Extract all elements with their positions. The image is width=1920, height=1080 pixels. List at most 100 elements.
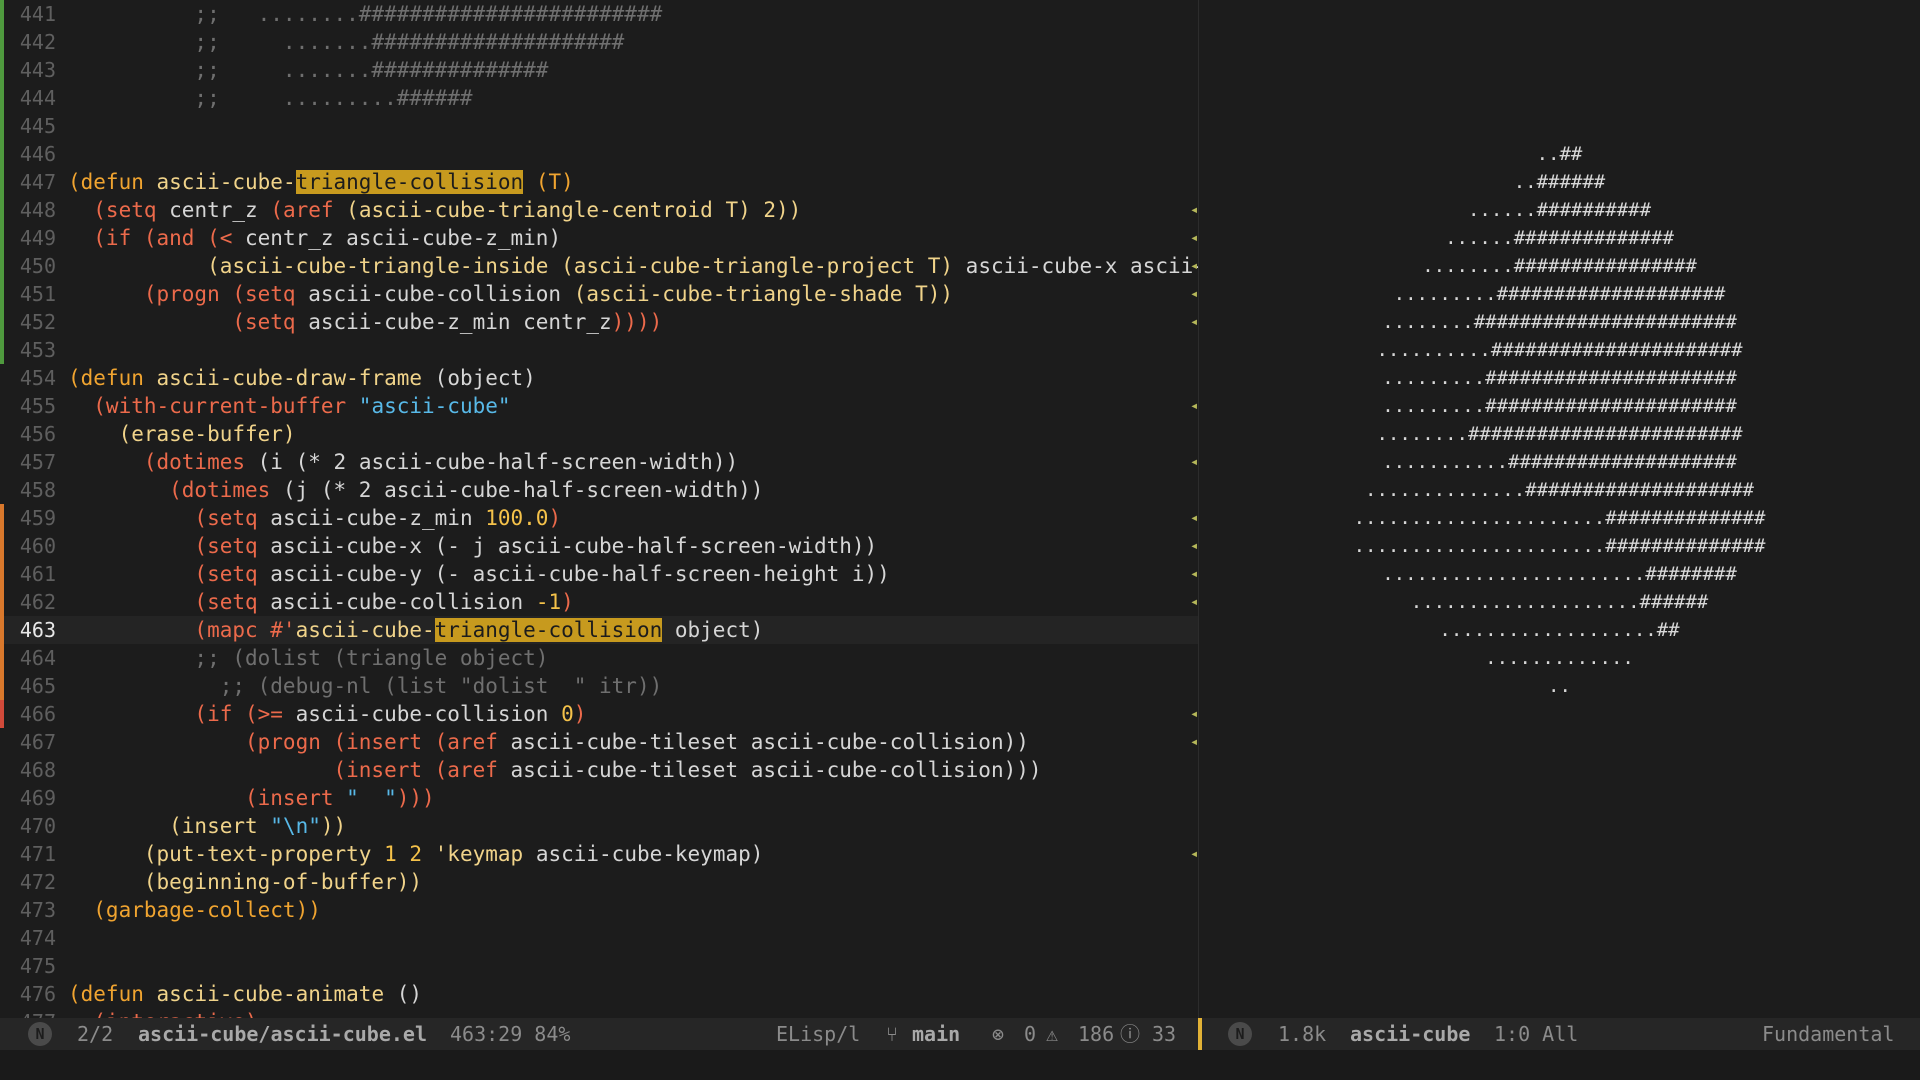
code-text[interactable]: (if (and (< centr_z ascii-cube-z_min) bbox=[68, 224, 561, 252]
ascii-art-line: ..## bbox=[1536, 143, 1583, 165]
code-line[interactable]: 464 ;; (dolist (triangle object) bbox=[0, 644, 1198, 672]
code-line[interactable]: 462 (setq ascii-cube-collision -1) ◂ bbox=[0, 588, 1198, 616]
code-line[interactable]: 451 (progn (setq ascii-cube-collision (a… bbox=[0, 280, 1198, 308]
code-line[interactable]: 454 (defun ascii-cube-draw-frame (object) bbox=[0, 364, 1198, 392]
code-line[interactable]: 470 (insert "\n")) bbox=[0, 812, 1198, 840]
code-token: "ascii-cube" bbox=[358, 394, 511, 418]
code-line[interactable]: 444 ;; .........###### bbox=[0, 84, 1198, 112]
code-text[interactable]: (setq ascii-cube-collision -1) bbox=[68, 588, 573, 616]
code-text[interactable]: (setq ascii-cube-x (- j ascii-cube-half-… bbox=[68, 532, 877, 560]
code-text[interactable]: (insert " "))) bbox=[68, 784, 435, 812]
code-line[interactable]: 443 ;; .......############## bbox=[0, 56, 1198, 84]
ascii-art-line: ...........#################### bbox=[1382, 451, 1737, 473]
code-line[interactable]: 453 bbox=[0, 336, 1198, 364]
code-line[interactable]: 460 (setq ascii-cube-x (- j ascii-cube-h… bbox=[0, 532, 1198, 560]
code-text[interactable]: (if (>= ascii-cube-collision 0) bbox=[68, 700, 586, 728]
line-number: 460 bbox=[19, 534, 56, 558]
code-line[interactable]: 458 (dotimes (j (* 2 ascii-cube-half-scr… bbox=[0, 476, 1198, 504]
code-text[interactable]: (defun ascii-cube-triangle-collision (T) bbox=[68, 168, 574, 196]
file-path[interactable]: ascii-cube/ascii-cube.el bbox=[138, 1018, 427, 1050]
code-text[interactable]: (put-text-property 1 2 'keymap ascii-cub… bbox=[68, 840, 764, 868]
code-line[interactable]: 447 (defun ascii-cube-triangle-collision … bbox=[0, 168, 1198, 196]
echo-area[interactable] bbox=[0, 1050, 1920, 1080]
fringe-indicator: ◂ bbox=[1190, 258, 1198, 274]
ascii-output-window[interactable]: ..## ..###### ......########## ......######… bbox=[1199, 0, 1920, 1024]
code-line[interactable]: 459 (setq ascii-cube-z_min 100.0) ◂ bbox=[0, 504, 1198, 532]
code-line[interactable]: 467 (progn (insert (aref ascii-cube-tile… bbox=[0, 728, 1198, 756]
code-text[interactable]: (mapc #'ascii-cube-triangle-collision ob… bbox=[68, 616, 763, 644]
error-count[interactable]: 0 bbox=[1024, 1018, 1036, 1050]
code-line[interactable]: 446 bbox=[0, 140, 1198, 168]
code-token: (ascii-cube-triangle-inside (ascii-cube-… bbox=[68, 254, 966, 278]
code-text[interactable]: (progn (setq ascii-cube-collision (ascii… bbox=[68, 280, 953, 308]
line-number: 445 bbox=[19, 114, 56, 138]
code-text[interactable]: ;; .........###### bbox=[68, 84, 472, 112]
code-text[interactable]: (insert "\n")) bbox=[68, 812, 346, 840]
code-token: ascii-cube-y (- ascii-cube-half-screen-h… bbox=[270, 562, 890, 586]
code-line[interactable]: 452 (setq ascii-cube-z_min centr_z)))) ◂ bbox=[0, 308, 1198, 336]
ascii-art-line: ..###### bbox=[1513, 171, 1606, 193]
buffer-name[interactable]: ascii-cube bbox=[1350, 1018, 1470, 1050]
code-text[interactable]: (dotimes (i (* 2 ascii-cube-half-screen-… bbox=[68, 448, 738, 476]
mode-line: N 2/2 ascii-cube/ascii-cube.el 463:29 84… bbox=[0, 1018, 1920, 1050]
line-number: 469 bbox=[19, 786, 56, 810]
code-text[interactable]: (progn (insert (aref ascii-cube-tileset … bbox=[68, 728, 1029, 756]
code-text[interactable]: (setq ascii-cube-z_min 100.0) bbox=[68, 504, 561, 532]
code-text[interactable]: ;; .......############## bbox=[68, 56, 548, 84]
code-line[interactable]: 441 ;; ........######################## bbox=[0, 0, 1198, 28]
code-line[interactable]: 449 (if (and (< centr_z ascii-cube-z_min… bbox=[0, 224, 1198, 252]
info-icon: ⓘ bbox=[1120, 1022, 1140, 1046]
info-count[interactable]: 33 bbox=[1152, 1018, 1176, 1050]
code-line[interactable]: 457 (dotimes (i (* 2 ascii-cube-half-scr… bbox=[0, 448, 1198, 476]
code-text[interactable]: (garbage-collect)) bbox=[68, 896, 321, 924]
code-text[interactable]: ;; .......#################### bbox=[68, 28, 624, 56]
code-line[interactable]: 463 (mapc #'ascii-cube-triangle-collisio… bbox=[0, 616, 1198, 644]
code-editor-window[interactable]: 441 ;; ........######################## 4… bbox=[0, 0, 1198, 1024]
line-number: 459 bbox=[19, 506, 56, 530]
code-line[interactable]: 455 (with-current-buffer "ascii-cube" ◂ bbox=[0, 392, 1198, 420]
code-text[interactable]: (setq ascii-cube-y (- ascii-cube-half-sc… bbox=[68, 560, 890, 588]
line-number: 473 bbox=[19, 898, 56, 922]
code-text[interactable]: (setq ascii-cube-z_min centr_z)))) bbox=[68, 308, 662, 336]
code-line[interactable]: 461 (setq ascii-cube-y (- ascii-cube-hal… bbox=[0, 560, 1198, 588]
code-text[interactable]: (ascii-cube-triangle-inside (ascii-cube-… bbox=[68, 252, 1198, 280]
code-line[interactable]: 456 (erase-buffer) bbox=[0, 420, 1198, 448]
code-token: (dotimes bbox=[68, 450, 258, 474]
code-line[interactable]: 445 bbox=[0, 112, 1198, 140]
code-line[interactable]: 466 (if (>= ascii-cube-collision 0) ◂ bbox=[0, 700, 1198, 728]
code-token: ascii-cube- bbox=[156, 170, 296, 194]
code-text[interactable]: ;; ........######################## bbox=[68, 0, 662, 28]
evil-state-badge: N bbox=[28, 1022, 52, 1046]
code-line[interactable]: 472 (beginning-of-buffer)) bbox=[0, 868, 1198, 896]
code-line[interactable]: 469 (insert " "))) bbox=[0, 784, 1198, 812]
code-token: (j (* 2 ascii-cube-half-screen-width)) bbox=[282, 478, 764, 502]
git-branch[interactable]: main bbox=[912, 1018, 960, 1050]
code-text[interactable]: (insert (aref ascii-cube-tileset ascii-c… bbox=[68, 756, 1042, 784]
code-text[interactable]: (erase-buffer) bbox=[68, 420, 296, 448]
code-text[interactable]: ;; (dolist (triangle object) bbox=[68, 644, 548, 672]
code-text[interactable]: (beginning-of-buffer)) bbox=[68, 868, 422, 896]
code-token: (progn (setq bbox=[68, 282, 309, 306]
line-number: 457 bbox=[19, 450, 56, 474]
code-line[interactable]: 471 (put-text-property 1 2 'keymap ascii… bbox=[0, 840, 1198, 868]
warning-count[interactable]: 186 bbox=[1078, 1018, 1114, 1050]
code-line[interactable]: 442 ;; .......#################### bbox=[0, 28, 1198, 56]
major-mode[interactable]: ELisp/l bbox=[776, 1018, 860, 1050]
code-line[interactable]: 473 (garbage-collect)) bbox=[0, 896, 1198, 924]
code-text[interactable]: (defun ascii-cube-draw-frame (object) bbox=[68, 364, 536, 392]
code-line[interactable]: 450 (ascii-cube-triangle-inside (ascii-c… bbox=[0, 252, 1198, 280]
code-token: (insert (aref bbox=[68, 758, 511, 782]
code-line[interactable]: 474 bbox=[0, 924, 1198, 952]
code-text[interactable]: (with-current-buffer "ascii-cube" bbox=[68, 392, 511, 420]
code-line[interactable]: 476 (defun ascii-cube-animate () bbox=[0, 980, 1198, 1008]
major-mode-right[interactable]: Fundamental bbox=[1762, 1018, 1894, 1050]
code-text[interactable]: (dotimes (j (* 2 ascii-cube-half-screen-… bbox=[68, 476, 763, 504]
code-text[interactable]: ;; (debug-nl (list "dolist " itr)) bbox=[68, 672, 663, 700]
code-line[interactable]: 475 bbox=[0, 952, 1198, 980]
code-line[interactable]: 465 ;; (debug-nl (list "dolist " itr)) bbox=[0, 672, 1198, 700]
code-token: (setq bbox=[68, 534, 271, 558]
code-text[interactable]: (setq centr_z (aref (ascii-cube-triangle… bbox=[68, 196, 801, 224]
code-text[interactable]: (defun ascii-cube-animate () bbox=[68, 980, 422, 1008]
code-line[interactable]: 468 (insert (aref ascii-cube-tileset asc… bbox=[0, 756, 1198, 784]
code-line[interactable]: 448 (setq centr_z (aref (ascii-cube-tria… bbox=[0, 196, 1198, 224]
